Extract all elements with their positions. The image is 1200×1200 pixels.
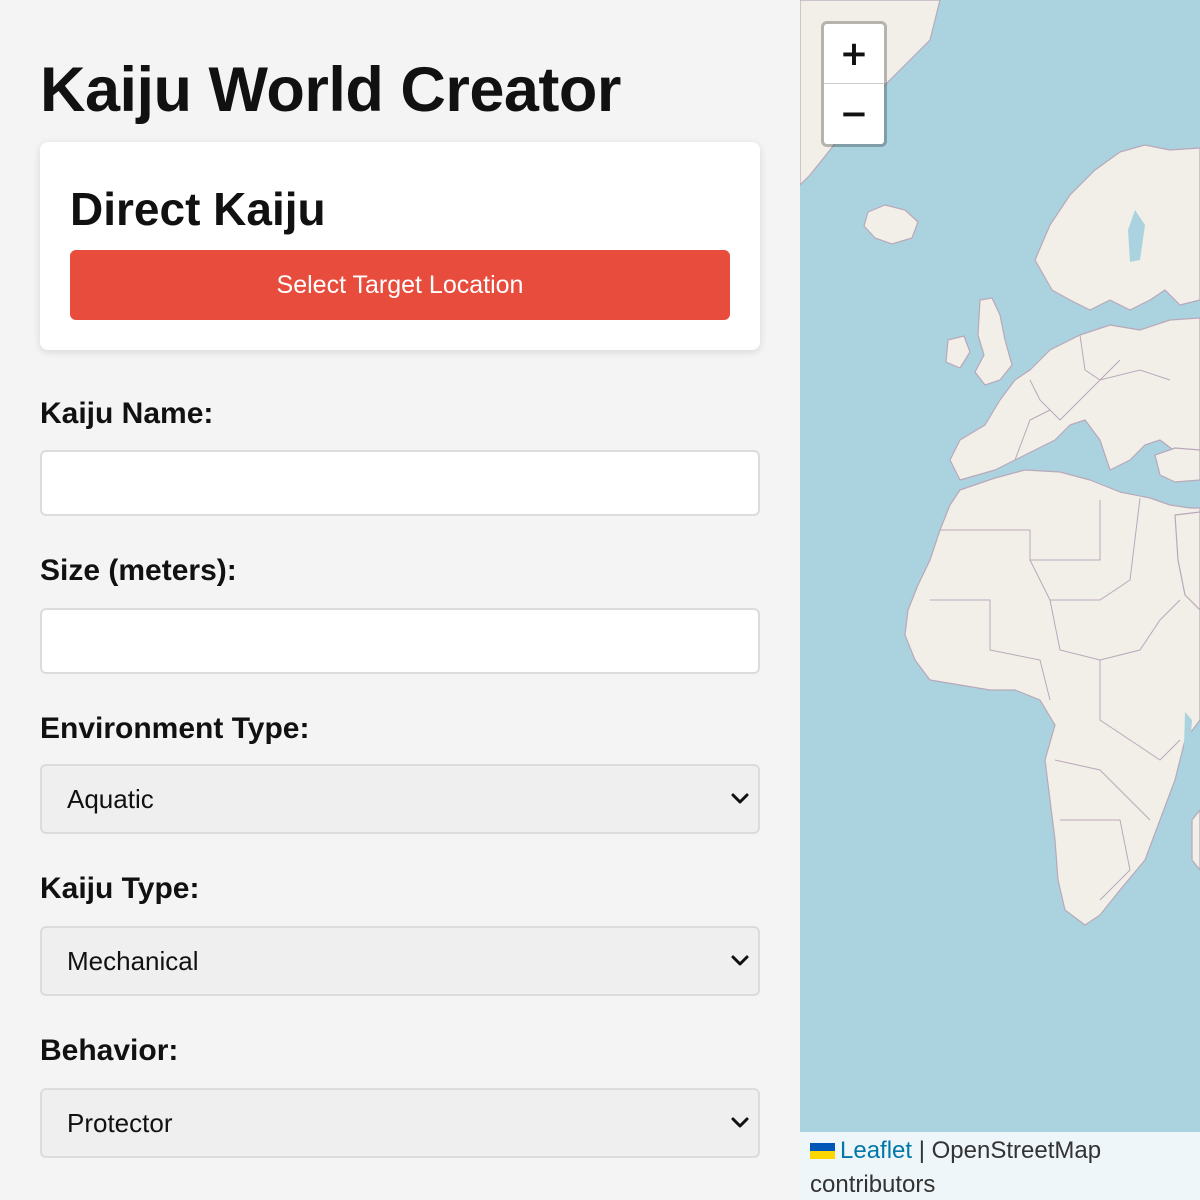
map-land-britain: [974, 297, 1013, 386]
kaiju-name-input[interactable]: [40, 450, 760, 516]
environment-type-value: Aquatic: [67, 784, 154, 814]
kaiju-type-label: Kaiju Type:: [40, 872, 200, 905]
chevron-down-icon: [731, 1117, 749, 1128]
kaiju-type-value: Mechanical: [67, 946, 199, 976]
world-map[interactable]: + − Leaflet | OpenStreetMap contributors: [800, 0, 1200, 1200]
creator-panel: Kaiju World Creator Direct Kaiju Select …: [0, 0, 800, 1200]
kaiju-name-label: Kaiju Name:: [40, 397, 214, 430]
behavior-value: Protector: [67, 1108, 173, 1138]
map-land-ireland: [945, 335, 971, 369]
map-land-madagascar: [1191, 809, 1200, 871]
zoom-control: + −: [821, 21, 887, 147]
size-input[interactable]: [40, 608, 760, 674]
kaiju-type-select[interactable]: Mechanical: [40, 926, 760, 996]
leaflet-link[interactable]: Leaflet: [840, 1137, 912, 1164]
chevron-down-icon: [731, 955, 749, 966]
behavior-label: Behavior:: [40, 1034, 179, 1067]
select-target-location-button[interactable]: Select Target Location: [70, 250, 730, 320]
map-attribution: Leaflet | OpenStreetMap contributors: [800, 1132, 1200, 1200]
map-land-iceland: [863, 204, 919, 245]
behavior-select[interactable]: Protector: [40, 1088, 760, 1158]
size-label: Size (meters):: [40, 554, 237, 587]
map-land-anatolia: [1154, 447, 1200, 483]
direct-kaiju-card: Direct Kaiju Select Target Location: [40, 142, 760, 350]
page-title: Kaiju World Creator: [40, 55, 621, 125]
ukraine-flag-icon: [810, 1143, 835, 1159]
map-tiles[interactable]: [800, 0, 1200, 1200]
map-land-africa: [904, 469, 1200, 926]
chevron-down-icon: [731, 793, 749, 804]
zoom-out-button[interactable]: −: [824, 84, 884, 144]
environment-type-select[interactable]: Aquatic: [40, 764, 760, 834]
map-land-scandinavia: [1034, 144, 1200, 311]
zoom-in-button[interactable]: +: [824, 24, 884, 84]
attribution-separator: |: [912, 1137, 932, 1164]
environment-type-label: Environment Type:: [40, 712, 310, 745]
direct-kaiju-title: Direct Kaiju: [70, 183, 326, 235]
